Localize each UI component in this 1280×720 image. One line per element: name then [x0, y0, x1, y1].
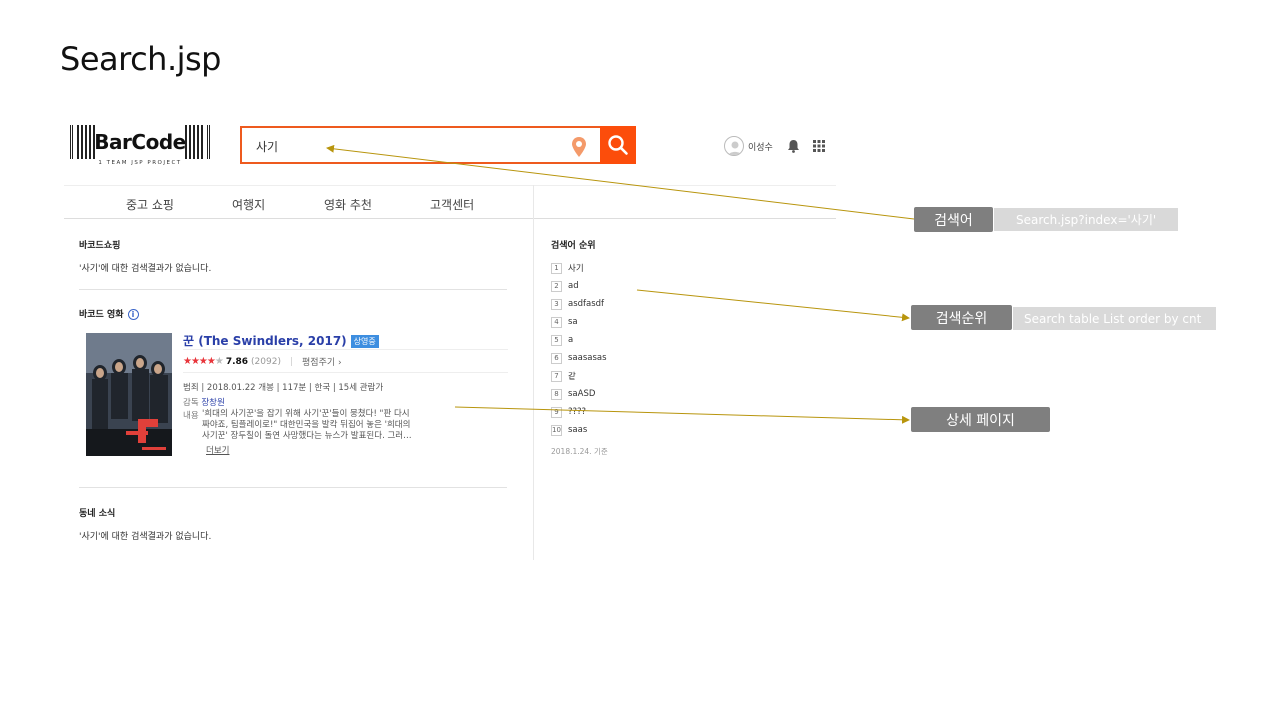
column-divider	[533, 185, 534, 560]
desc-label: 내용	[183, 411, 199, 421]
annotation-search-term-label: 검색어	[914, 207, 993, 232]
separator: |	[289, 356, 294, 367]
movie-description: '희대의 사기꾼'을 잡기 위해 사기'꾼'들이 뭉쳤다! "판 다시 짜야죠,…	[202, 409, 412, 441]
rank-number: 5	[551, 334, 562, 346]
status-badge: 상영중	[350, 335, 379, 348]
movie-rating: ★★★★★ 7.86 (2092) | 평점주기 ›	[183, 355, 342, 368]
divider	[79, 289, 507, 290]
list-item[interactable]: 6 saasasas	[551, 349, 607, 367]
user-menu[interactable]: 이성수	[724, 136, 773, 156]
nav-item-travel[interactable]: 여행지	[232, 196, 265, 213]
rank-number: 2	[551, 280, 562, 292]
logo-subtext: 1 TEAM JSP PROJECT	[98, 160, 182, 166]
slide-title: Search.jsp	[60, 40, 221, 78]
annotation-search-rank-label: 검색순위	[911, 305, 1012, 330]
movie-title[interactable]: 꾼 (The Swindlers, 2017) 상영중	[183, 332, 379, 349]
director-name[interactable]: 장창원	[201, 398, 224, 408]
nav-item-movie[interactable]: 영화 추천	[324, 196, 372, 213]
ranking-date: 2018.1.24. 기준	[551, 447, 608, 456]
more-link[interactable]: 더보기	[206, 444, 229, 456]
list-item[interactable]: 9????	[551, 403, 607, 421]
rank-keyword[interactable]: saASD	[568, 389, 595, 399]
user-icon	[728, 141, 742, 155]
annotation-search-rank-note: Search table List order by cnt	[1013, 307, 1216, 330]
star-rating-icon: ★★★★★	[183, 356, 224, 367]
barcode-logo[interactable]: BarCode 1 TEAM JSP PROJECT	[70, 125, 210, 167]
search-box	[240, 126, 600, 164]
search-icon	[608, 135, 628, 155]
list-item[interactable]: 4 sa	[551, 313, 607, 331]
list-item[interactable]: 3 asdfasdf	[551, 295, 607, 313]
rank-number: 1	[551, 262, 562, 274]
rank-keyword[interactable]: saas	[568, 425, 587, 435]
logo-frame: BarCode	[70, 125, 210, 159]
list-item[interactable]: 10 saas	[551, 421, 607, 439]
divider	[79, 487, 507, 488]
list-item[interactable]: 8 saASD	[551, 385, 607, 403]
list-item[interactable]: 2 ad	[551, 277, 607, 295]
rank-number: 10	[551, 424, 562, 436]
poster-art	[86, 333, 172, 456]
divider	[183, 349, 508, 350]
location-pin-icon[interactable]	[570, 136, 588, 158]
list-item[interactable]: 5a	[551, 331, 607, 349]
movie-score: 7.86	[225, 356, 249, 367]
rank-keyword[interactable]: 같	[568, 370, 576, 382]
list-item[interactable]: 1 사기	[551, 259, 607, 277]
movie-poster[interactable]	[86, 333, 172, 456]
apps-grid-icon[interactable]	[813, 140, 825, 152]
rank-number: 8	[551, 388, 562, 400]
movie-votes: (2092)	[251, 356, 281, 367]
bell-icon[interactable]	[787, 139, 800, 153]
nav-item-customer-center[interactable]: 고객센터	[430, 196, 474, 213]
rank-keyword[interactable]: saasasas	[568, 353, 607, 363]
rank-keyword[interactable]: a	[568, 335, 573, 345]
movie-director: 감독 장창원	[183, 396, 225, 408]
annotation-detail-page-label: 상세 페이지	[911, 407, 1050, 432]
logo-text: BarCode	[92, 130, 188, 154]
rank-number: 6	[551, 352, 562, 364]
rank-number: 3	[551, 298, 562, 310]
movie-section-title: 바코드 영화 i	[79, 307, 139, 320]
rank-keyword[interactable]: ad	[568, 281, 579, 291]
barcode-bars-right	[185, 125, 203, 159]
movie-section-title-text: 바코드 영화	[79, 310, 124, 320]
rank-keyword[interactable]: 사기	[568, 262, 584, 274]
rank-keyword[interactable]: ????	[568, 407, 586, 417]
movie-title-text[interactable]: 꾼 (The Swindlers, 2017)	[183, 334, 347, 348]
rank-keyword[interactable]: sa	[568, 317, 578, 327]
divider	[183, 372, 508, 373]
barcode-bars-left	[77, 125, 95, 159]
ranking-list: 1 사기 2 ad 3 asdfasdf 4 sa 5a 6 saasasas 7같 8s…	[551, 259, 607, 439]
local-section-title: 동네 소식	[79, 509, 116, 519]
search-button[interactable]	[600, 126, 636, 164]
shopping-section-title: 바코드쇼핑	[79, 241, 121, 251]
arrow-search-rank	[636, 289, 910, 322]
main-nav: 중고 쇼핑 여행지 영화 추천 고객센터	[64, 185, 836, 219]
ranking-title: 검색어 순위	[551, 241, 596, 251]
rank-keyword[interactable]: asdfasdf	[568, 299, 604, 309]
list-item[interactable]: 7같	[551, 367, 607, 385]
annotation-search-term-note: Search.jsp?index='사기'	[994, 208, 1178, 231]
shopping-empty-text: '사기'에 대한 검색결과가 없습니다.	[79, 264, 212, 274]
rank-number: 7	[551, 370, 562, 382]
rank-number: 4	[551, 316, 562, 328]
movie-meta: 범죄 | 2018.01.22 개봉 | 117분 | 한국 | 15세 관람가	[183, 383, 384, 393]
info-icon[interactable]: i	[127, 309, 139, 320]
nav-item-used-shopping[interactable]: 중고 쇼핑	[126, 196, 174, 213]
rate-link[interactable]: 평점주기 ›	[302, 355, 342, 368]
user-name: 이성수	[748, 142, 773, 153]
avatar	[724, 136, 744, 156]
search-input[interactable]	[256, 137, 546, 155]
director-label: 감독	[183, 398, 199, 408]
rank-number: 9	[551, 406, 562, 418]
local-empty-text: '사기'에 대한 검색결과가 없습니다.	[79, 532, 212, 542]
arrow-detail-page	[454, 406, 910, 424]
